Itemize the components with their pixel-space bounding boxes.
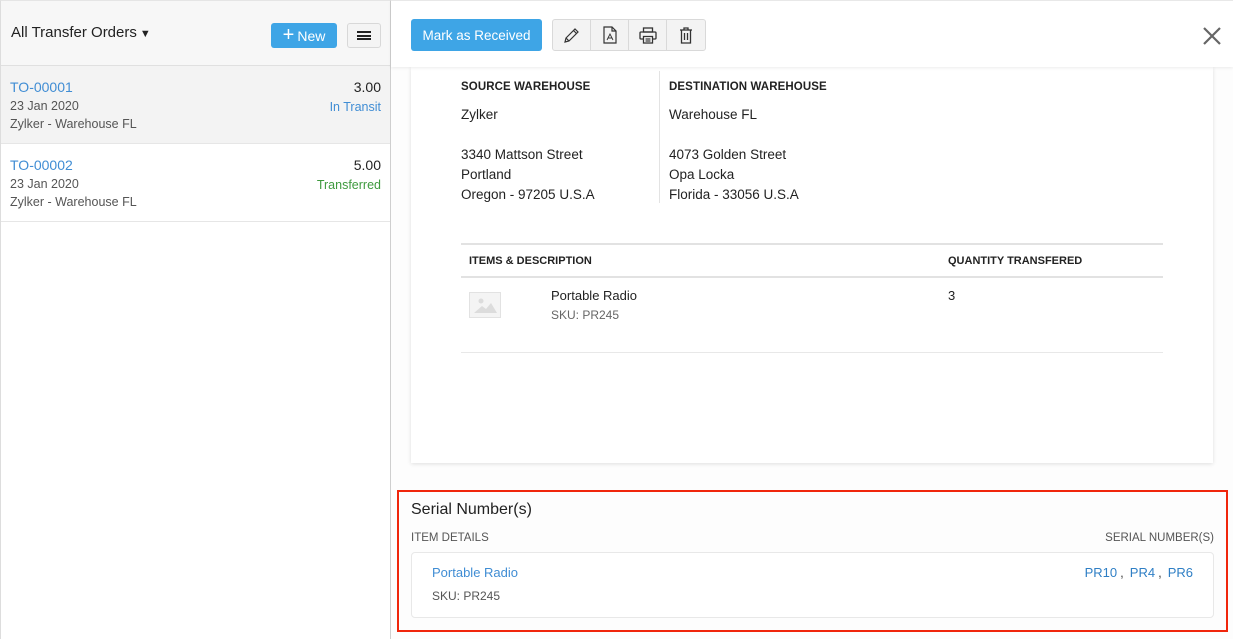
column-header-quantity: QUANTITY TRANSFERED — [948, 255, 1083, 267]
close-button[interactable] — [1201, 25, 1223, 47]
mark-as-received-button[interactable]: Mark as Received — [411, 19, 542, 51]
caret-down-icon: ▼ — [139, 28, 151, 40]
edit-button[interactable] — [553, 20, 591, 50]
new-button-label: New — [297, 27, 326, 44]
transfer-order-id[interactable]: TO-00001 — [10, 78, 381, 97]
serial-numbers-title: Serial Number(s) — [411, 501, 532, 518]
address-line: Opa Locka — [669, 167, 735, 182]
action-icon-group — [552, 19, 706, 51]
plus-icon: + — [282, 23, 295, 46]
item-quantity: 3 — [948, 288, 956, 303]
item-sku: SKU: PR245 — [551, 308, 620, 322]
pdf-icon — [602, 26, 617, 44]
serial-number-link[interactable]: PR10 — [1085, 565, 1118, 580]
image-placeholder-icon — [469, 292, 501, 318]
transfer-order-quantity: 3.00 — [353, 79, 381, 95]
serial-numbers-section: Serial Number(s) ITEM DETAILS SERIAL NUM… — [397, 490, 1228, 632]
address-line: Portland — [461, 167, 512, 182]
new-button[interactable]: + New — [271, 23, 337, 48]
hamburger-icon — [357, 31, 371, 40]
serial-item-card: Portable Radio SKU: PR245 PR10, PR4, PR6 — [411, 552, 1214, 618]
item-name: Portable Radio — [551, 288, 637, 303]
pdf-button[interactable] — [591, 20, 629, 50]
address-line: Oregon - 97205 U.S.A — [461, 187, 595, 202]
destination-warehouse-label: DESTINATION WAREHOUSE — [669, 81, 827, 93]
transfer-order-route: Zylker - Warehouse FL — [10, 195, 137, 209]
serial-number-link[interactable]: PR4 — [1130, 565, 1155, 580]
list-view-dropdown[interactable]: All Transfer Orders ▼ — [11, 24, 151, 41]
detail-toolbar: Mark as Received — [391, 0, 1233, 67]
address-line: 3340 Mattson Street — [461, 147, 583, 162]
destination-warehouse: DESTINATION WAREHOUSE Warehouse FL 4073 … — [669, 79, 827, 205]
serial-numbers-header: SERIAL NUMBER(S) — [1105, 532, 1214, 544]
status-badge: Transferred — [316, 178, 381, 192]
app: All Transfer Orders ▼ + New TO-00001 23 J… — [0, 0, 1233, 639]
serial-item-link[interactable]: Portable Radio — [432, 565, 518, 580]
transfer-orders-list-panel: All Transfer Orders ▼ + New TO-00001 23 J… — [0, 0, 391, 639]
item-details-header: ITEM DETAILS — [411, 532, 489, 544]
items-table-header: ITEMS & DESCRIPTION QUANTITY TRANSFERED — [461, 243, 1163, 278]
destination-warehouse-address: 4073 Golden Street Opa Locka Florida - 3… — [669, 145, 827, 205]
more-menu-button[interactable] — [347, 23, 381, 48]
separator: , — [1158, 565, 1162, 580]
serial-number-list: PR10, PR4, PR6 — [1085, 565, 1193, 580]
status-badge: In Transit — [329, 100, 381, 114]
source-warehouse-name: Zylker — [461, 107, 498, 122]
address-line: Florida - 33056 U.S.A — [669, 187, 799, 202]
list-item[interactable]: TO-00002 23 Jan 2020 Zylker - Warehouse … — [1, 144, 390, 222]
column-header-items: ITEMS & DESCRIPTION — [469, 255, 592, 267]
address-line: 4073 Golden Street — [669, 147, 787, 162]
transfer-order-document: SOURCE WAREHOUSE Zylker 3340 Mattson Str… — [411, 67, 1213, 463]
items-table: ITEMS & DESCRIPTION QUANTITY TRANSFERED … — [461, 243, 1163, 353]
warehouse-divider — [659, 71, 660, 203]
delete-icon — [680, 26, 692, 44]
list-header: All Transfer Orders ▼ + New — [1, 1, 390, 66]
transfer-order-id[interactable]: TO-00002 — [10, 156, 381, 175]
transfer-order-quantity: 5.00 — [353, 157, 381, 173]
source-warehouse: SOURCE WAREHOUSE Zylker 3340 Mattson Str… — [461, 79, 595, 205]
table-row: Portable Radio SKU: PR245 3 — [461, 278, 1163, 353]
print-icon — [638, 26, 657, 44]
close-icon — [1203, 27, 1221, 45]
transfer-order-date: 23 Jan 2020 — [10, 99, 79, 113]
source-warehouse-label: SOURCE WAREHOUSE — [461, 81, 591, 93]
edit-icon — [564, 27, 579, 43]
source-warehouse-address: 3340 Mattson Street Portland Oregon - 97… — [461, 145, 595, 205]
print-button[interactable] — [629, 20, 667, 50]
transfer-order-route: Zylker - Warehouse FL — [10, 117, 137, 131]
serial-item-sku: SKU: PR245 — [432, 589, 501, 603]
list-item[interactable]: TO-00001 23 Jan 2020 Zylker - Warehouse … — [1, 66, 390, 144]
separator: , — [1120, 565, 1124, 580]
transfer-order-detail: Mark as Received SOURCE WAREHOUSE Zylker… — [391, 0, 1233, 639]
delete-button[interactable] — [667, 20, 705, 50]
list-title: All Transfer Orders — [11, 24, 137, 41]
serial-number-link[interactable]: PR6 — [1168, 565, 1193, 580]
destination-warehouse-name: Warehouse FL — [669, 107, 758, 122]
